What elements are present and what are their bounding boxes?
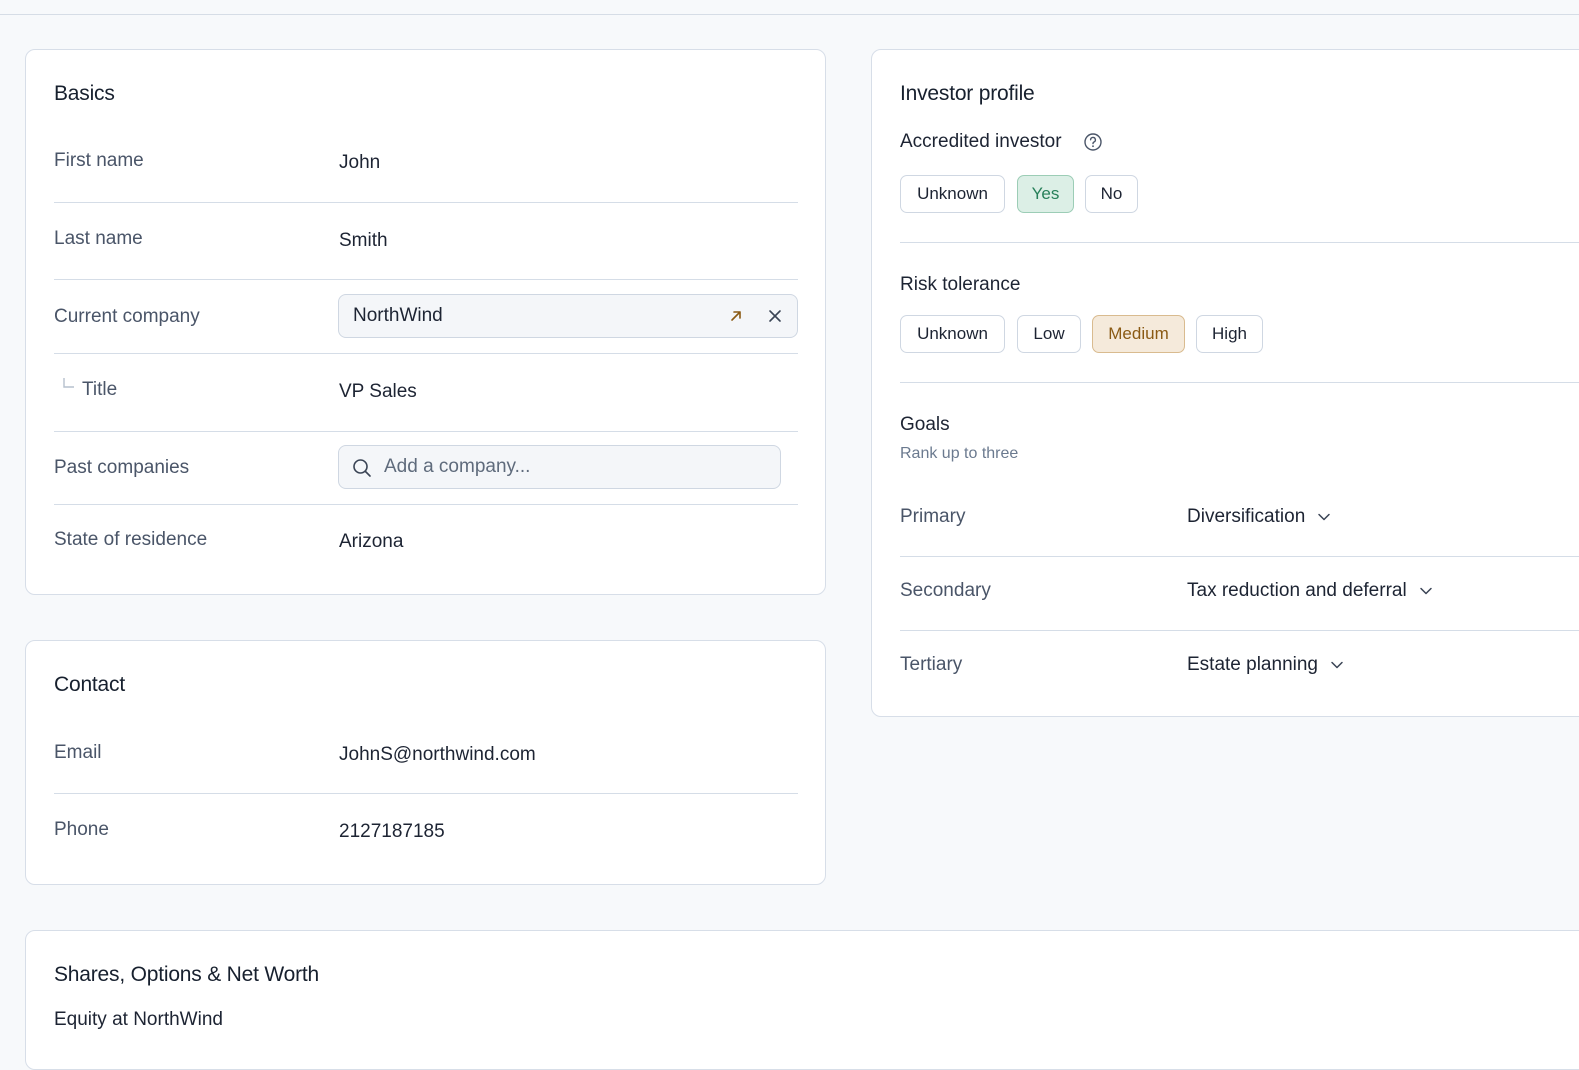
basics-card: Basics First name John Last name Smith C… (25, 49, 826, 595)
help-circle-icon[interactable] (1083, 132, 1103, 157)
investor-divider-1 (900, 242, 1579, 243)
chevron-down-icon (1331, 661, 1343, 669)
shares-title: Shares, Options & Net Worth (54, 963, 319, 986)
past-companies-row: Past companies Add a company... (54, 431, 798, 505)
goal-tertiary-select[interactable]: Estate planning (1187, 654, 1344, 676)
search-icon (352, 458, 372, 483)
past-companies-label: Past companies (54, 457, 190, 478)
external-link-arrow-icon[interactable] (725, 305, 747, 327)
goal-secondary-value: Tax reduction and deferral (1187, 580, 1407, 601)
goal-primary-value: Diversification (1187, 506, 1306, 527)
last-name-row: Last name Smith (54, 202, 798, 280)
tree-branch-icon (62, 377, 76, 396)
risk-option-medium[interactable]: Medium (1092, 315, 1185, 353)
state-value[interactable]: Arizona (339, 531, 403, 553)
email-label: Email (54, 742, 102, 763)
risk-option-high[interactable]: High (1196, 315, 1263, 353)
contact-title: Contact (54, 673, 125, 696)
top-bar (0, 0, 1579, 15)
accredited-investor-label: Accredited investor (900, 131, 1062, 152)
current-company-row: Current company NorthWind (54, 279, 798, 354)
past-companies-search-field[interactable]: Add a company... (338, 445, 781, 489)
goal-secondary-label: Secondary (900, 580, 991, 601)
investor-profile-card: Investor profile Accredited investor Unk… (871, 49, 1579, 717)
accredited-option-yes[interactable]: Yes (1017, 175, 1074, 213)
close-icon[interactable] (764, 305, 786, 327)
goal-row-primary: Primary Diversification (900, 482, 1579, 557)
first-name-label: First name (54, 150, 144, 171)
goal-secondary-select[interactable]: Tax reduction and deferral (1187, 580, 1433, 602)
accredited-option-no[interactable]: No (1085, 175, 1138, 213)
first-name-value[interactable]: John (339, 152, 380, 174)
goal-primary-select[interactable]: Diversification (1187, 506, 1331, 528)
current-company-field[interactable]: NorthWind (338, 294, 798, 338)
phone-label: Phone (54, 819, 109, 840)
last-name-value[interactable]: Smith (339, 230, 388, 252)
phone-row: Phone 2127187185 (54, 793, 798, 863)
accredited-option-unknown[interactable]: Unknown (900, 175, 1005, 213)
investor-divider-2 (900, 382, 1579, 383)
email-row: Email JohnS@northwind.com (54, 739, 798, 794)
risk-option-low[interactable]: Low (1017, 315, 1081, 353)
goal-primary-label: Primary (900, 506, 966, 527)
current-company-label: Current company (54, 306, 200, 327)
first-name-row: First name John (54, 148, 798, 203)
goals-hint: Rank up to three (900, 445, 1019, 462)
contact-card: Contact Email JohnS@northwind.com Phone … (25, 640, 826, 885)
title-label: Title (82, 379, 118, 400)
shares-card: Shares, Options & Net Worth Equity at No… (25, 930, 1579, 1070)
current-company-value: NorthWind (353, 305, 443, 326)
risk-option-unknown[interactable]: Unknown (900, 315, 1005, 353)
investor-profile-title: Investor profile (900, 82, 1035, 105)
basics-title: Basics (54, 82, 115, 105)
goal-row-secondary: Secondary Tax reduction and deferral (900, 556, 1579, 631)
state-label: State of residence (54, 529, 208, 550)
past-companies-placeholder: Add a company... (384, 456, 531, 477)
chevron-down-icon (1419, 587, 1432, 595)
phone-value[interactable]: 2127187185 (339, 821, 445, 843)
risk-tolerance-label: Risk tolerance (900, 274, 1021, 295)
equity-label: Equity at NorthWind (54, 1009, 223, 1030)
title-row: Title VP Sales (54, 353, 798, 432)
email-value[interactable]: JohnS@northwind.com (339, 744, 536, 766)
goal-tertiary-label: Tertiary (900, 654, 963, 675)
goal-row-tertiary: Tertiary Estate planning (900, 630, 1579, 704)
title-value[interactable]: VP Sales (339, 381, 417, 403)
goal-tertiary-value: Estate planning (1187, 654, 1318, 675)
state-row: State of residence Arizona (54, 504, 798, 564)
goals-label: Goals (900, 414, 950, 435)
chevron-down-icon (1318, 513, 1331, 521)
last-name-label: Last name (54, 228, 143, 249)
